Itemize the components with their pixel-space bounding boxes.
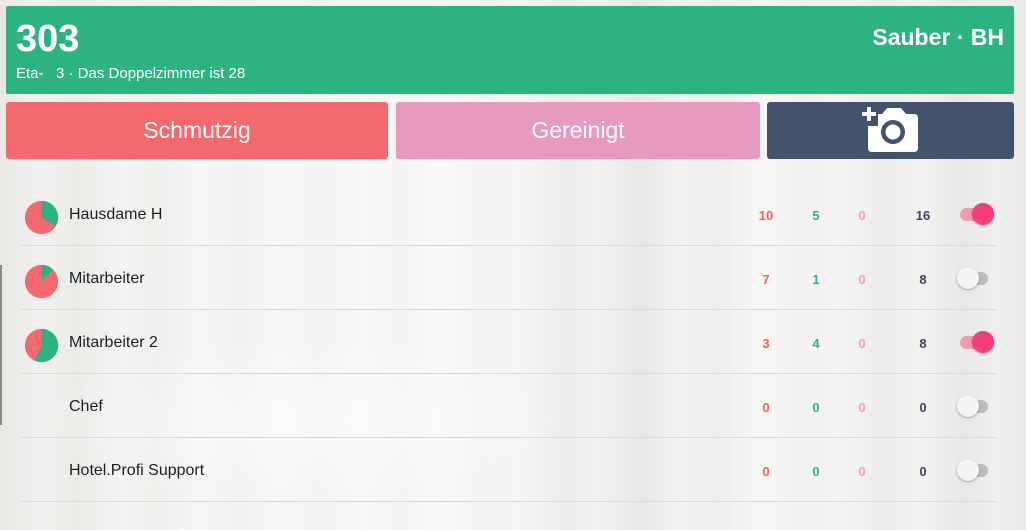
toggle-knob <box>957 395 979 417</box>
clean-count: 4 <box>812 336 820 351</box>
dirty-count: 10 <box>758 208 774 223</box>
assign-toggle[interactable] <box>958 203 994 225</box>
room-status: Sauber · BH <box>872 24 1004 50</box>
staff-name: Mitarbeiter 2 <box>69 334 158 351</box>
dirty-count: 0 <box>762 464 770 479</box>
cleaned-count: 0 <box>858 208 866 223</box>
clean-count: 1 <box>812 272 820 287</box>
cleaned-count: 0 <box>858 336 866 351</box>
dirty-count: 3 <box>762 336 770 351</box>
progress-pie-icon <box>24 264 59 299</box>
dirty-count: 0 <box>762 400 770 415</box>
cleaned-count: 0 <box>858 464 866 479</box>
staff-name: Chef <box>69 398 103 415</box>
toggle-knob <box>957 459 979 481</box>
assign-toggle[interactable] <box>957 459 990 481</box>
toggle-knob <box>957 267 979 289</box>
total-count: 8 <box>919 336 927 351</box>
staff-row: Mitarbeiter 2 3 4 0 8 <box>21 310 997 374</box>
assign-toggle[interactable] <box>957 395 990 417</box>
staff-row: Mitarbeiter 7 1 0 8 <box>21 246 997 310</box>
staff-list: Hausdame H 10 5 0 16 Mitarbeiter 7 1 0 8… <box>21 182 997 502</box>
clean-count: 5 <box>812 208 820 223</box>
toggle-knob <box>972 331 994 353</box>
staff-name: Hotel.Profi Support <box>69 462 205 479</box>
add-photo-icon <box>861 106 918 152</box>
staff-name: Hausdame H <box>69 206 163 223</box>
cleaned-count: 0 <box>858 272 866 287</box>
total-count: 0 <box>919 400 927 415</box>
clean-count: 0 <box>812 400 820 415</box>
clean-count: 0 <box>812 464 820 479</box>
assign-toggle[interactable] <box>958 331 994 353</box>
staff-row: Hausdame H 10 5 0 16 <box>21 182 997 246</box>
room-header: 303 Eta- 3 · Das Doppelzimmer ist 28 Sau… <box>6 6 1014 94</box>
toggle-knob <box>972 203 994 225</box>
staff-row: Chef 0 0 0 0 <box>21 374 997 438</box>
dirty-count: 7 <box>762 272 770 287</box>
total-count: 0 <box>919 464 927 479</box>
progress-pie-icon <box>24 328 59 363</box>
staff-row: Hotel.Profi Support 0 0 0 0 <box>21 438 997 502</box>
total-count: 16 <box>915 208 931 223</box>
cleaned-button[interactable]: Gereinigt <box>396 102 760 159</box>
add-photo-button[interactable] <box>767 102 1014 159</box>
dirty-button[interactable]: Schmutzig <box>6 102 388 159</box>
assign-toggle[interactable] <box>957 267 990 289</box>
staff-name: Mitarbeiter <box>69 270 145 287</box>
edge-indicator <box>0 265 2 425</box>
progress-pie-icon <box>24 200 59 235</box>
cleaned-count: 0 <box>858 400 866 415</box>
total-count: 8 <box>919 272 927 287</box>
room-number: 303 <box>16 18 80 60</box>
room-floor-info: Eta- 3 · Das Doppelzimmer ist 28 <box>16 65 246 82</box>
